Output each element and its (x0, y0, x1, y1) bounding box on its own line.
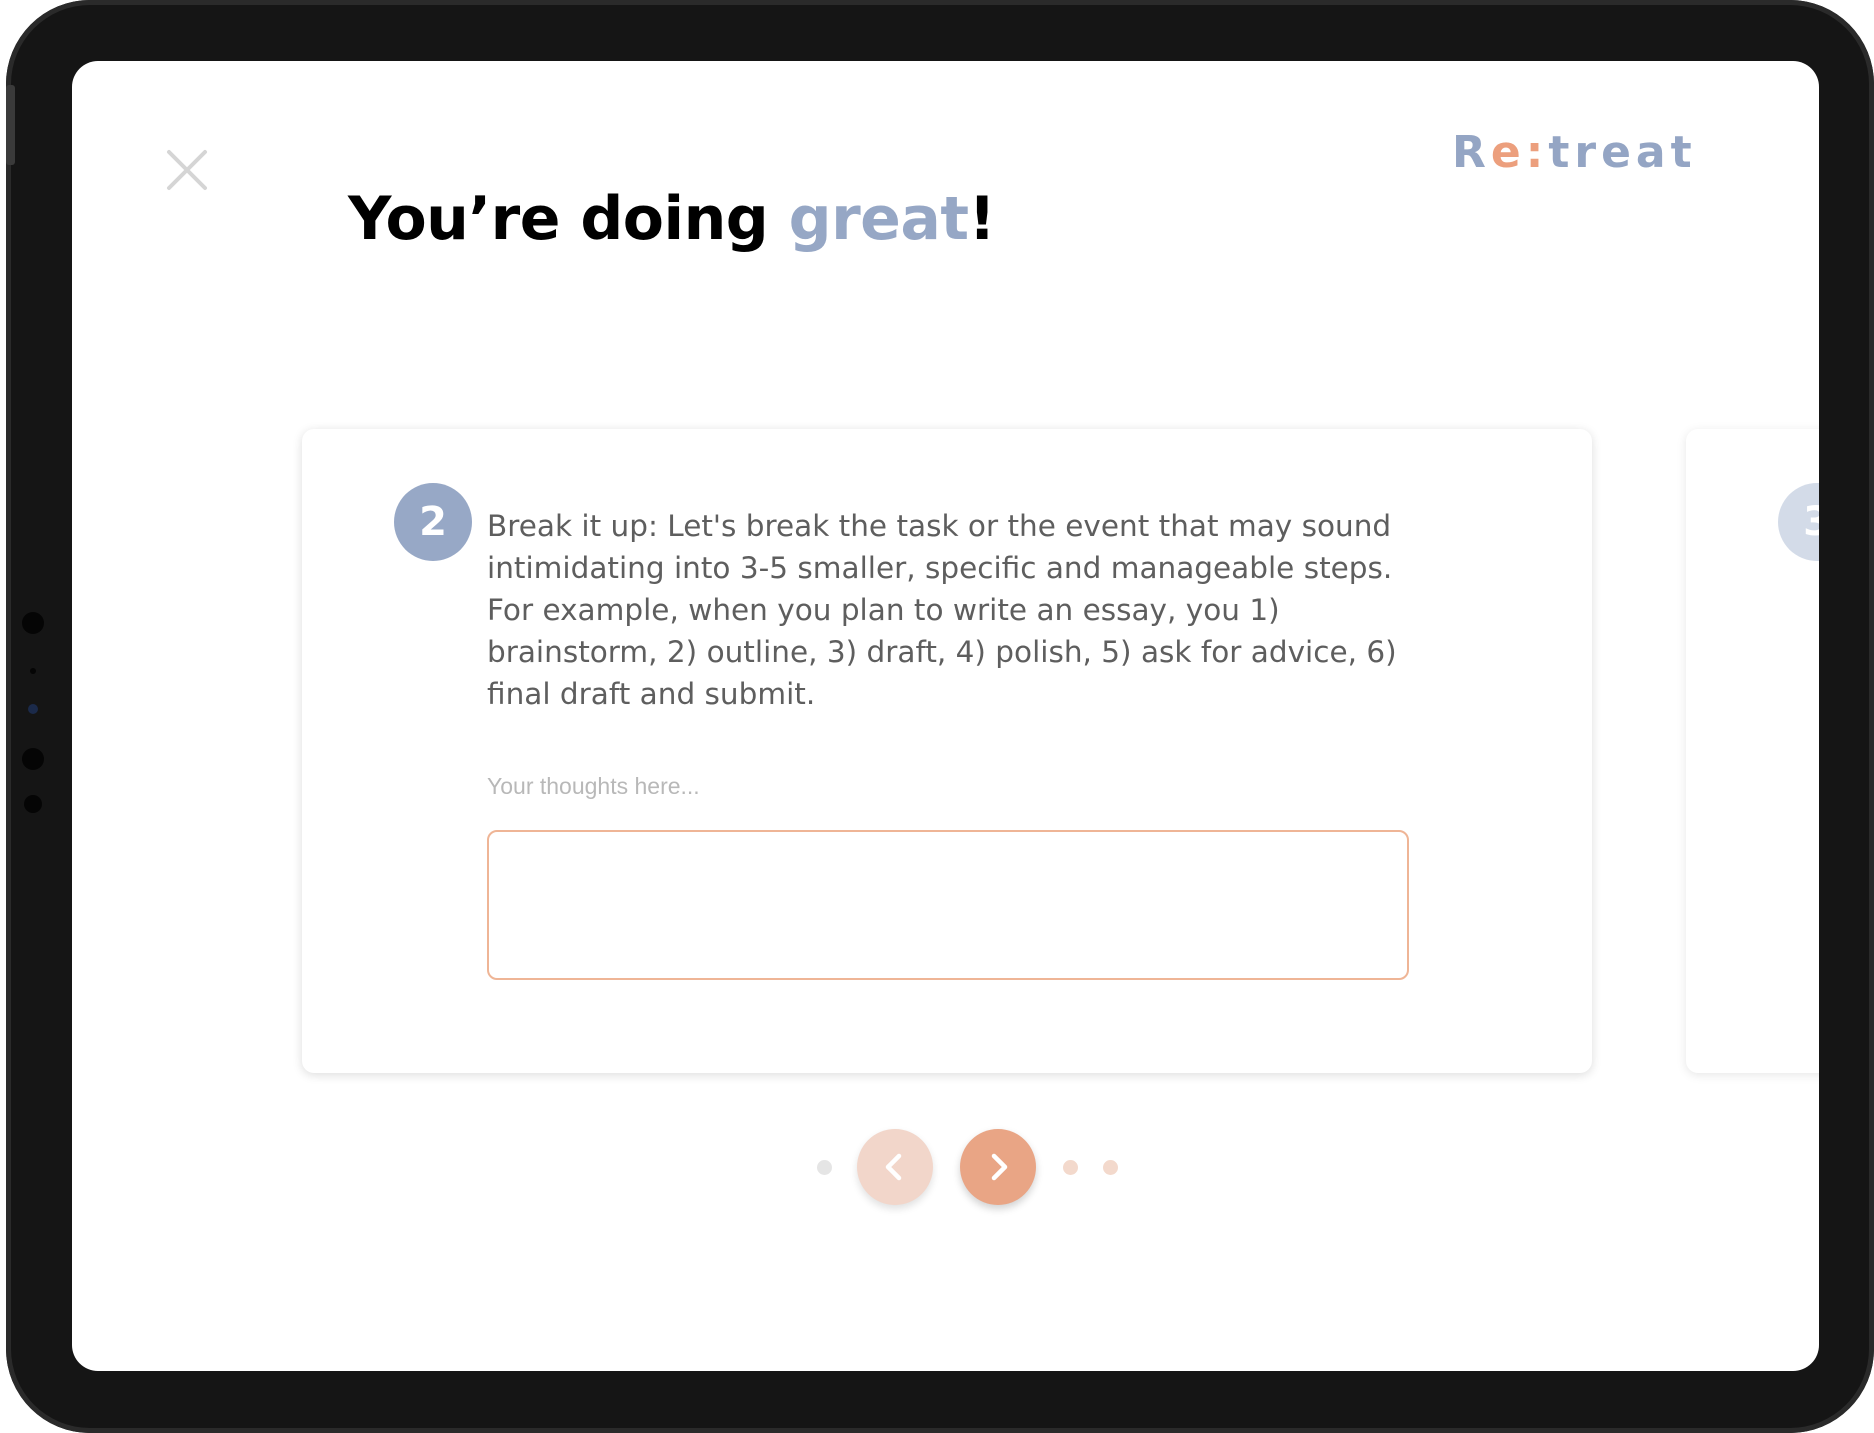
logo-text: treat (1548, 127, 1697, 178)
headline-text: You’re doing (348, 184, 789, 254)
logo-text: e (1490, 127, 1526, 178)
thoughts-label: Your thoughts here... (487, 773, 700, 799)
pager-dot[interactable] (1103, 1160, 1118, 1175)
logo-text: R (1452, 127, 1491, 178)
step-pager (72, 1127, 1819, 1207)
next-button[interactable] (960, 1129, 1036, 1205)
close-icon (167, 150, 207, 190)
headline-accent-word: great (788, 184, 969, 254)
page-title: You’re doing great! (348, 184, 996, 254)
step-card: 2 Break it up: Let's break the task or t… (302, 429, 1592, 1073)
chevron-left-icon (885, 1153, 902, 1181)
logo-text: : (1525, 127, 1549, 178)
app-screen: Re:treat You’re doing great! 2 Break it … (72, 61, 1819, 1371)
camera-lens (28, 704, 38, 714)
chevron-right-icon (991, 1153, 1008, 1181)
camera-sensor (22, 612, 44, 634)
camera-sensor (30, 668, 36, 674)
headline-punctuation: ! (968, 184, 996, 254)
next-step-number-badge: 3 (1778, 483, 1819, 561)
close-button[interactable] (162, 145, 212, 195)
thoughts-input[interactable] (487, 830, 1409, 980)
retreat-logo: Re:treat (1452, 127, 1697, 178)
pager-dot[interactable] (1063, 1160, 1078, 1175)
tablet-frame: Re:treat You’re doing great! 2 Break it … (6, 0, 1874, 1433)
camera-sensor (22, 748, 44, 770)
next-step-card-peek[interactable]: 3 (1686, 429, 1819, 1073)
step-instruction: Break it up: Let's break the task or the… (487, 509, 1397, 711)
camera-sensor (24, 795, 42, 813)
step-number-badge: 2 (394, 483, 472, 561)
pager-dot[interactable] (817, 1160, 832, 1175)
device-side-button (6, 85, 15, 165)
previous-button[interactable] (857, 1129, 933, 1205)
